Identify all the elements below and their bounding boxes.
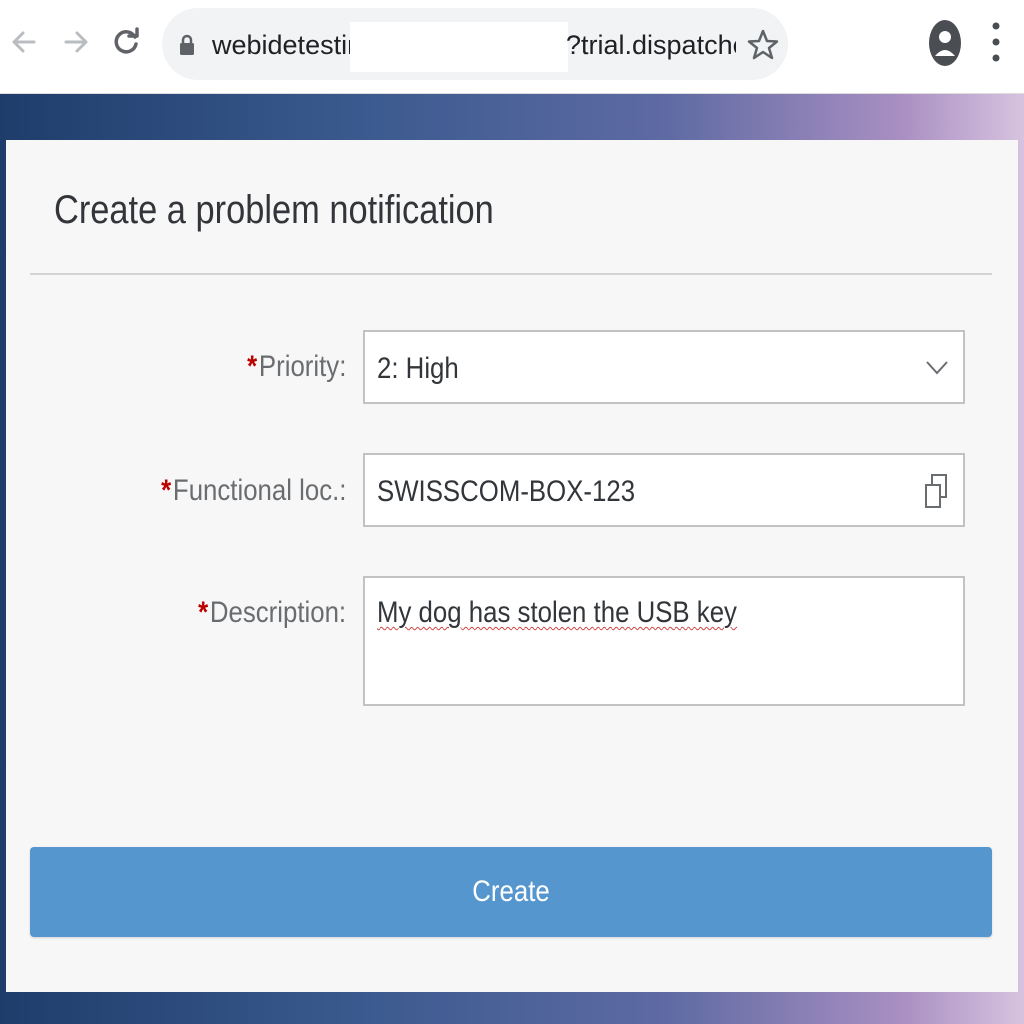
description-value: My dog has stolen the USB key [377, 596, 737, 629]
bookmark-star-icon[interactable] [746, 28, 780, 62]
create-button-label: Create [472, 875, 550, 908]
description-textarea[interactable]: My dog has stolen the USB key [363, 576, 965, 706]
title-divider [30, 273, 992, 275]
reload-button[interactable] [108, 22, 144, 62]
forward-button[interactable] [58, 22, 94, 62]
browser-toolbar: webidetesting ?trial.dispatche... [0, 0, 1024, 94]
more-vertical-icon[interactable] [986, 20, 1006, 64]
chevron-down-icon[interactable] [925, 356, 949, 378]
create-button[interactable]: Create [30, 847, 992, 937]
functional-location-label-text: Functional loc.: [172, 474, 346, 507]
arrow-left-icon [12, 31, 36, 53]
arrow-right-icon [64, 31, 88, 53]
required-marker: * [197, 596, 209, 629]
functional-location-input[interactable]: SWISSCOM-BOX-123 [363, 453, 965, 527]
priority-select[interactable]: 2: High [363, 330, 965, 404]
functional-location-value: SWISSCOM-BOX-123 [377, 475, 636, 508]
priority-label-text: Priority: [258, 350, 346, 383]
reload-icon [114, 27, 139, 54]
page-title: Create a problem notification [54, 188, 494, 232]
required-marker: * [160, 474, 171, 507]
address-bar[interactable]: webidetesting ?trial.dispatche... [162, 8, 788, 80]
required-marker: * [246, 350, 257, 383]
description-label-text: Description: [209, 596, 346, 629]
description-label: *Description: [198, 596, 346, 630]
value-help-icon[interactable] [923, 473, 949, 511]
profile-icon[interactable] [928, 18, 962, 68]
notification-card: Create a problem notification *Priority:… [6, 140, 1018, 992]
url-redaction [350, 22, 568, 72]
back-button[interactable] [6, 22, 42, 62]
lock-icon [180, 34, 194, 55]
priority-value: 2: High [377, 352, 459, 385]
priority-label: *Priority: [247, 350, 346, 384]
url-text-right: ?trial.dispatche... [566, 30, 736, 60]
functional-location-label: *Functional loc.: [161, 474, 346, 508]
